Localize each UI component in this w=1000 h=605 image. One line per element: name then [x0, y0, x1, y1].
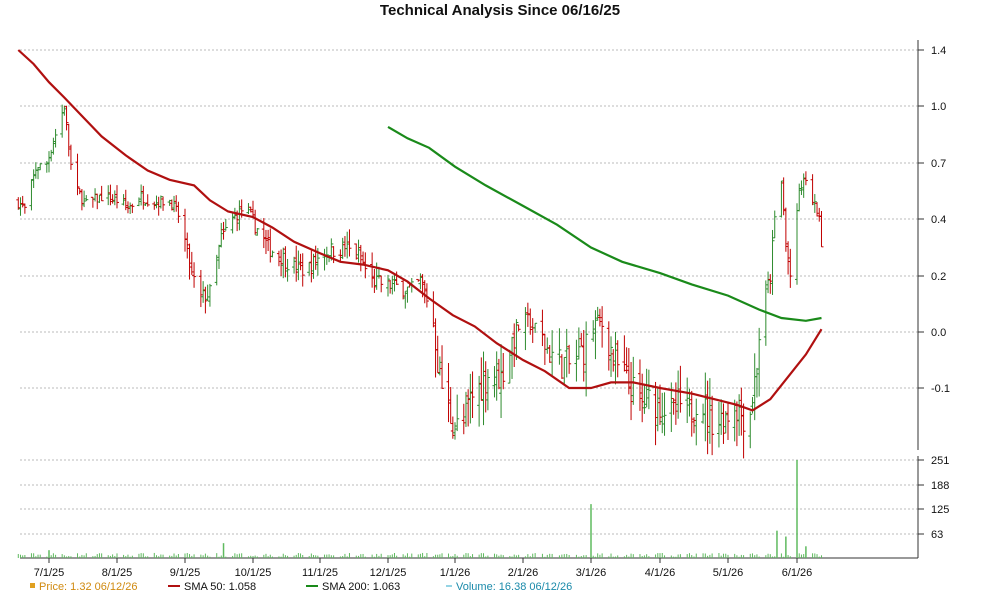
chart-title: Technical Analysis Since 06/16/25	[379, 2, 621, 19]
price-tick-label: 0.0	[931, 327, 946, 339]
x-tick-label: 6/1/26	[782, 567, 813, 579]
x-tick-label: 3/1/26	[576, 567, 607, 579]
x-tick-label: 1/1/26	[440, 567, 471, 579]
sma50-line	[17, 49, 823, 412]
x-tick-label: 5/1/26	[713, 567, 744, 579]
volume-tick-label: 251	[931, 455, 949, 467]
x-tick-label: 7/1/25	[34, 567, 65, 579]
chart-root: Technical Analysis Since 06/16/25 1.4 1.0…	[0, 0, 1000, 600]
volume-tick-label: 188	[931, 480, 949, 492]
price-tick-label: 1.4	[931, 45, 946, 57]
x-tick-label: 12/1/25	[370, 567, 407, 579]
sma200-line	[387, 125, 822, 322]
x-tick-label: 9/1/25	[170, 567, 201, 579]
x-tick-label: 8/1/25	[102, 567, 133, 579]
legend-label-volume: Volume: 16.38 06/12/26	[456, 581, 572, 593]
x-tick-label: 11/1/25	[302, 567, 338, 579]
price-tick-label: 1.0	[931, 101, 946, 113]
legend-swatch-price	[30, 583, 35, 588]
price-tick-label: 0.7	[931, 158, 946, 170]
legend-label-price: Price: 1.32 06/12/26	[39, 581, 137, 593]
price-tick-label: -0.1	[931, 383, 950, 395]
x-tick-label: 10/1/25	[235, 567, 272, 579]
x-tick-label: 4/1/26	[645, 567, 676, 579]
legend-label-sma200: SMA 200: 1.063	[322, 581, 400, 593]
price-tick-label: 0.2	[931, 271, 946, 283]
price-tick-label: 0.4	[931, 214, 946, 226]
x-tick-label: 2/1/26	[508, 567, 539, 579]
volume-tick-label: 125	[931, 504, 949, 516]
legend-label-sma50: SMA 50: 1.058	[184, 581, 256, 593]
chart-svg: 1.4 1.0 0.7 0.4 0.2 0.0 -0.1 251 188 125 63 7/1/25 8…	[16, 40, 950, 593]
volume-tick-label: 63	[931, 529, 943, 541]
